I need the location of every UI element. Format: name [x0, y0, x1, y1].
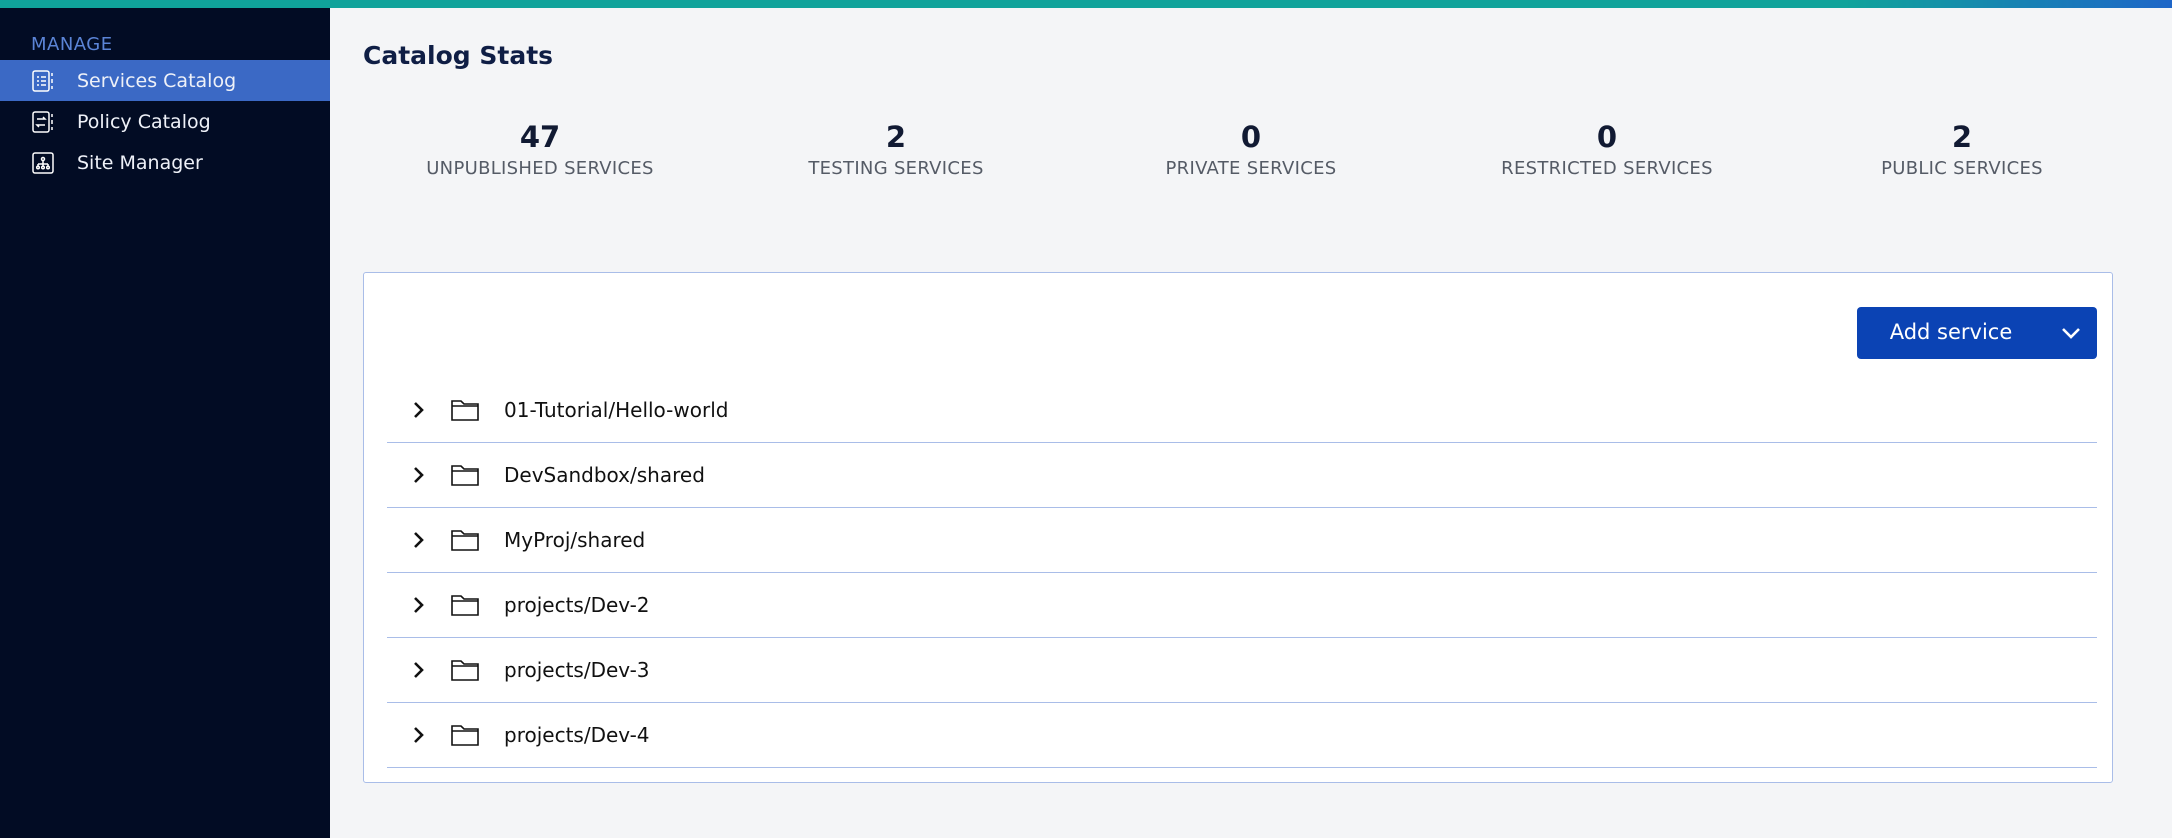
- folder-name[interactable]: 01-Tutorial/Hello-world: [504, 398, 728, 422]
- stat-value: 2: [1951, 120, 1973, 154]
- stat-label: TESTING SERVICES: [808, 158, 984, 179]
- stat-private: 0 PRIVATE SERVICES: [1071, 120, 1431, 179]
- chevron-right-icon[interactable]: [412, 725, 426, 745]
- services-catalog-icon: [32, 70, 53, 92]
- folder-icon: [451, 595, 479, 616]
- folder-name[interactable]: projects/Dev-4: [504, 723, 650, 747]
- sidebar-item-label: Services Catalog: [77, 69, 237, 92]
- folder-name[interactable]: projects/Dev-3: [504, 658, 650, 682]
- folder-row[interactable]: DevSandbox/shared: [387, 443, 2097, 508]
- sidebar-item-services-catalog[interactable]: Services Catalog: [0, 60, 330, 101]
- folder-name[interactable]: DevSandbox/shared: [504, 463, 705, 487]
- sidebar-item-policy-catalog[interactable]: Policy Catalog: [0, 101, 330, 142]
- sidebar-item-label: Policy Catalog: [77, 110, 211, 133]
- top-accent-bar: [0, 0, 2172, 8]
- services-panel: Add service 01-Tutorial/Hello-world DevSa…: [363, 272, 2113, 783]
- stat-unpublished: 47 UNPUBLISHED SERVICES: [360, 120, 720, 179]
- stat-restricted: 0 RESTRICTED SERVICES: [1427, 120, 1787, 179]
- site-manager-icon: [32, 152, 54, 174]
- folder-row[interactable]: projects/Dev-2: [387, 573, 2097, 638]
- stat-value: 47: [519, 120, 561, 154]
- stat-value: 0: [1240, 120, 1262, 154]
- add-service-button[interactable]: Add service: [1857, 307, 2097, 359]
- stat-label: RESTRICTED SERVICES: [1501, 158, 1713, 179]
- sidebar-section-manage: MANAGE: [31, 34, 113, 55]
- stat-label: PUBLIC SERVICES: [1881, 158, 2043, 179]
- sidebar-item-site-manager[interactable]: Site Manager: [0, 142, 330, 183]
- chevron-right-icon[interactable]: [412, 595, 426, 615]
- folder-icon: [451, 725, 479, 746]
- add-service-label: Add service: [1889, 320, 2013, 344]
- chevron-right-icon[interactable]: [412, 660, 426, 680]
- chevron-right-icon[interactable]: [412, 530, 426, 550]
- policy-catalog-icon: [32, 111, 53, 133]
- chevron-right-icon[interactable]: [412, 465, 426, 485]
- folder-row[interactable]: 01-Tutorial/Hello-world: [387, 378, 2097, 443]
- folder-name[interactable]: projects/Dev-2: [504, 593, 650, 617]
- page-title: Catalog Stats: [363, 41, 554, 70]
- stat-public: 2 PUBLIC SERVICES: [1782, 120, 2142, 179]
- sidebar: MANAGE Services Catalog Policy Catalog S…: [0, 8, 330, 838]
- main-content: Catalog Stats 47 UNPUBLISHED SERVICES 2 TE…: [330, 8, 2172, 838]
- stat-value: 2: [885, 120, 907, 154]
- folder-icon: [451, 465, 479, 486]
- folder-row[interactable]: MyProj/shared: [387, 508, 2097, 573]
- stat-label: UNPUBLISHED SERVICES: [426, 158, 654, 179]
- stat-label: PRIVATE SERVICES: [1165, 158, 1337, 179]
- folder-name[interactable]: MyProj/shared: [504, 528, 645, 552]
- chevron-down-icon[interactable]: [2061, 326, 2081, 340]
- folder-icon: [451, 660, 479, 681]
- folder-icon: [451, 530, 479, 551]
- stat-testing: 2 TESTING SERVICES: [716, 120, 1076, 179]
- sidebar-item-label: Site Manager: [77, 151, 203, 174]
- stat-value: 0: [1596, 120, 1618, 154]
- chevron-right-icon[interactable]: [412, 400, 426, 420]
- folder-row[interactable]: projects/Dev-4: [387, 703, 2097, 768]
- folder-icon: [451, 400, 479, 421]
- folder-row[interactable]: projects/Dev-3: [387, 638, 2097, 703]
